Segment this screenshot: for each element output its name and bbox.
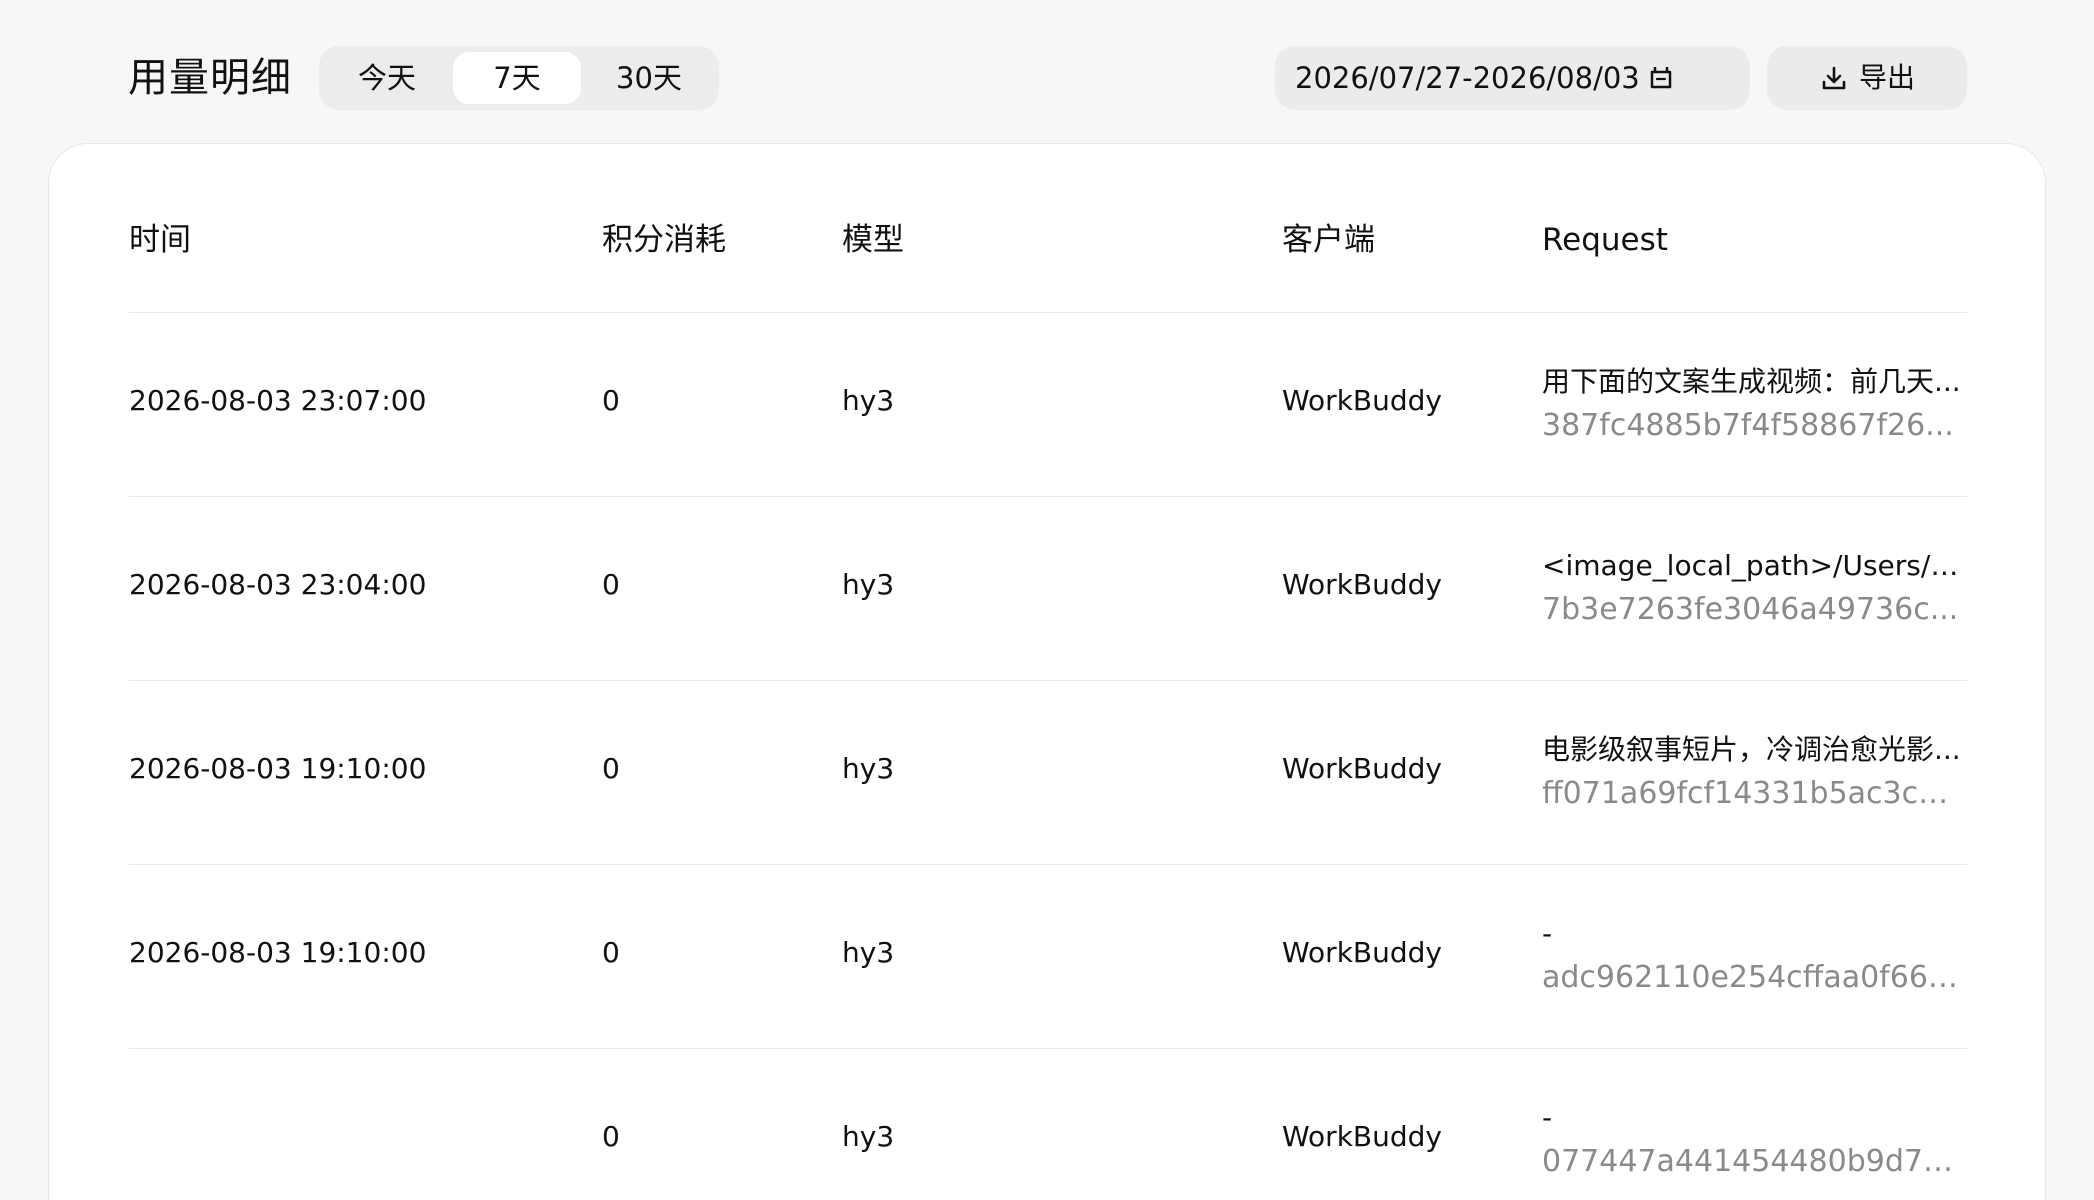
table-header: 时间 积分消耗 模型 客户端 Request [129,144,1967,313]
row-model: hy3 [842,1120,895,1153]
date-range-picker[interactable]: 2026/07/27-2026/08/03 [1275,46,1750,110]
table-row[interactable]: 2026-08-03 19:10:00 0 hy3 WorkBuddy - ad… [129,865,1967,1049]
row-credits: 0 [602,752,620,785]
row-request: <image_local_path>/Users/le... 7b3e7263f… [1542,547,1962,629]
row-credits: 0 [602,384,620,417]
row-credits: 0 [602,568,620,601]
table-row[interactable]: 2026-08-03 23:07:00 0 hy3 WorkBuddy 用下面的… [129,313,1967,497]
column-model-header: 模型 [842,222,904,258]
row-time: 2026-08-03 19:10:00 [129,752,427,785]
download-icon [1822,66,1846,90]
row-client: WorkBuddy [1282,1120,1442,1153]
export-button[interactable]: 导出 [1767,46,1967,110]
row-credits: 0 [602,1120,620,1153]
request-text: - [1542,917,1553,950]
column-client-header: 客户端 [1282,222,1375,258]
row-time: 2026-08-03 19:10:00 [129,936,427,969]
row-model: hy3 [842,752,895,785]
usage-table-card: 时间 积分消耗 模型 客户端 Request 2026-08-03 23:07:… [48,143,2046,1200]
row-model: hy3 [842,568,895,601]
row-model: hy3 [842,384,895,417]
row-model: hy3 [842,936,895,969]
usage-details-page: 用量明细 今天 7天 30天 2026/07/27-2026/08/03 导出 … [0,0,2094,1200]
request-text: 用下面的文案生成视频：前几天... [1542,365,1961,398]
table-row[interactable]: 0 hy3 WorkBuddy - 077447a441454480b9d79.… [129,1049,1967,1200]
time-range-tabs: 今天 7天 30天 [319,46,719,110]
row-time: 2026-08-03 23:07:00 [129,384,427,417]
row-request: 电影级叙事短片，冷调治愈光影... ff071a69fcf14331b5ac3c… [1542,731,1962,813]
request-id: 7b3e7263fe3046a49736c... [1542,592,1959,627]
column-time-header: 时间 [129,222,191,258]
row-request: 用下面的文案生成视频：前几天... 387fc4885b7f4f58867f26… [1542,363,1962,445]
usage-header-bar: 用量明细 今天 7天 30天 2026/07/27-2026/08/03 导出 [0,0,2094,145]
request-id: adc962110e254cffaa0f661... [1542,960,1962,995]
page-title: 用量明细 [128,55,292,101]
row-client: WorkBuddy [1282,568,1442,601]
export-label: 导出 [1859,61,1916,94]
request-id: 387fc4885b7f4f58867f26... [1542,408,1954,443]
row-request: - 077447a441454480b9d79... [1542,1099,1962,1181]
request-text: - [1542,1101,1553,1134]
row-client: WorkBuddy [1282,936,1442,969]
row-client: WorkBuddy [1282,384,1442,417]
column-credits-header: 积分消耗 [602,222,726,258]
tab-30-days[interactable]: 30天 [585,52,713,104]
request-text: <image_local_path>/Users/le... [1542,549,1962,582]
date-range-text: 2026/07/27-2026/08/03 [1295,61,1640,95]
request-id: 077447a441454480b9d79... [1542,1144,1962,1179]
column-request-header: Request [1542,222,1668,258]
row-client: WorkBuddy [1282,752,1442,785]
request-id: ff071a69fcf14331b5ac3cd... [1542,776,1962,811]
tab-today[interactable]: 今天 [325,52,449,104]
tab-7-days[interactable]: 7天 [453,52,581,104]
row-request: - adc962110e254cffaa0f661... [1542,915,1962,997]
table-row[interactable]: 2026-08-03 23:04:00 0 hy3 WorkBuddy <ima… [129,497,1967,681]
table-row[interactable]: 2026-08-03 19:10:00 0 hy3 WorkBuddy 电影级叙… [129,681,1967,865]
calendar-icon [1650,67,1672,89]
request-text: 电影级叙事短片，冷调治愈光影... [1542,733,1961,766]
row-time: 2026-08-03 23:04:00 [129,568,427,601]
row-credits: 0 [602,936,620,969]
